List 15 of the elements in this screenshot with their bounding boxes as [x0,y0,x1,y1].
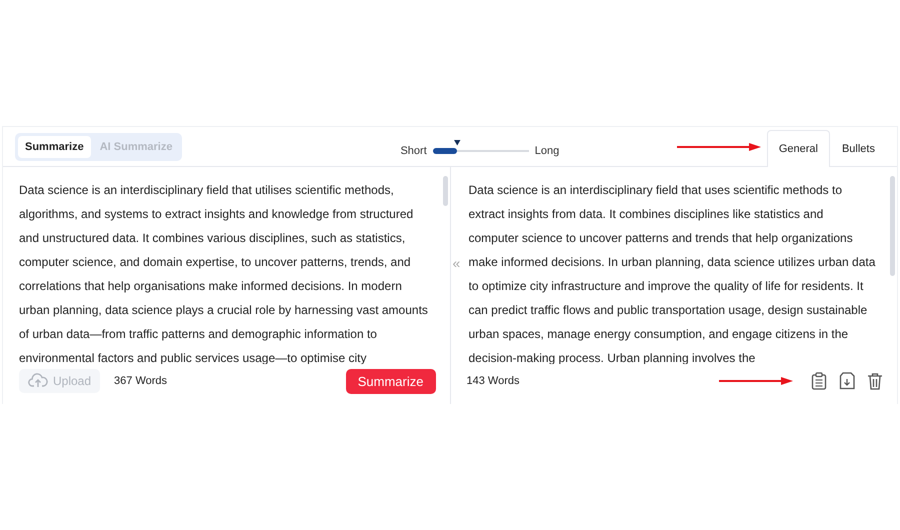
output-tab[interactable]: Bullets [830,130,887,167]
output-tab[interactable]: General [766,130,830,167]
file-download-icon[interactable] [839,372,855,390]
word-count: 367 Words [114,375,168,387]
cloud-upload-icon [28,373,48,389]
summarize-button[interactable]: Summarize [346,368,436,394]
scrollbar-thumb[interactable] [890,176,895,276]
trash-icon[interactable] [867,372,883,390]
slider-thumb[interactable] [454,140,461,146]
slider-min-label: Short [400,144,427,156]
clipboard-icon[interactable] [811,372,827,390]
scrollbar-thumb[interactable] [442,176,448,206]
word-count: 143 Words [466,375,520,387]
slider-max-label: Long [534,144,560,156]
mode-tab[interactable]: Summarize [18,136,91,158]
